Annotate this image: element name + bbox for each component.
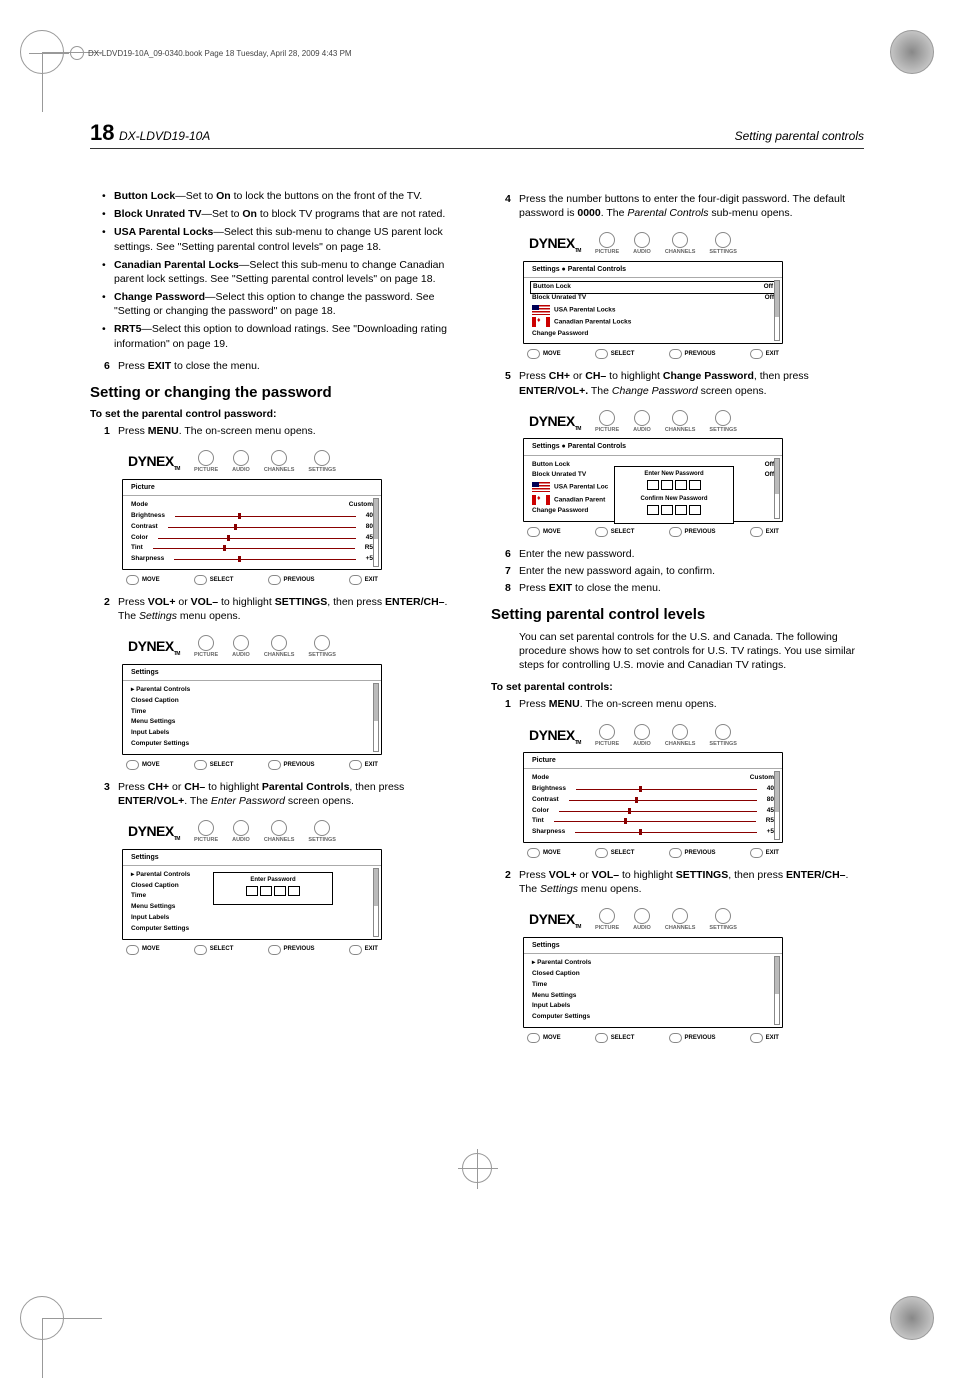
osd-settings-menu-2: DYNEXTM PICTURE AUDIO CHANNELS SETTINGS … — [523, 904, 783, 1044]
osd-enter-password: DYNEXTM PICTURE AUDIO CHANNELS SETTINGS … — [122, 816, 382, 956]
osd-picture-menu: DYNEXTM PICTURE AUDIO CHANNELS SETTINGS … — [122, 446, 382, 586]
step-6r: 6Enter the new password. — [505, 547, 864, 561]
procedure-heading-2: To set parental controls: — [491, 680, 864, 694]
step-8r: 8Press EXIT to close the menu. — [505, 581, 864, 595]
step-5: 5 Press CH+ or CH– to highlight Change P… — [505, 369, 864, 397]
step-1b: 1 Press MENU. The on-screen menu opens. — [505, 697, 864, 711]
feature-bullets: Button Lock—Set to On to lock the button… — [114, 189, 463, 351]
step-4: 4 Press the number buttons to enter the … — [505, 192, 864, 220]
section-heading: Setting or changing the password — [90, 383, 463, 403]
step-2: 2 Press VOL+ or VOL– to highlight SETTIN… — [104, 595, 463, 623]
section-heading-2: Setting parental control levels — [491, 605, 864, 625]
step-1: 1 Press MENU. The on-screen menu opens. — [104, 424, 463, 438]
step-2b: 2 Press VOL+ or VOL– to highlight SETTIN… — [505, 868, 864, 896]
osd-picture-menu-2: DYNEXTM PICTURE AUDIO CHANNELS SETTINGS … — [523, 720, 783, 860]
osd-parental-controls: DYNEXTM PICTURE AUDIO CHANNELS SETTINGS … — [523, 228, 783, 361]
step-6: 6 Press EXIT to close the menu. — [104, 359, 463, 373]
model-number: DX-LDVD19-10A — [119, 129, 210, 143]
step-7r: 7Enter the new password again, to confir… — [505, 564, 864, 578]
page-number: 18 — [90, 120, 114, 145]
running-head: Setting parental controls — [735, 129, 864, 143]
step-3: 3 Press CH+ or CH– to highlight Parental… — [104, 780, 463, 808]
osd-settings-menu: DYNEXTM PICTURE AUDIO CHANNELS SETTINGS … — [122, 631, 382, 771]
osd-change-password: DYNEXTM PICTURE AUDIO CHANNELS SETTINGS … — [523, 406, 783, 539]
bottom-registration — [0, 1153, 954, 1193]
procedure-heading: To set the parental control password: — [90, 407, 463, 421]
intro-text: You can set parental controls for the U.… — [519, 630, 864, 673]
